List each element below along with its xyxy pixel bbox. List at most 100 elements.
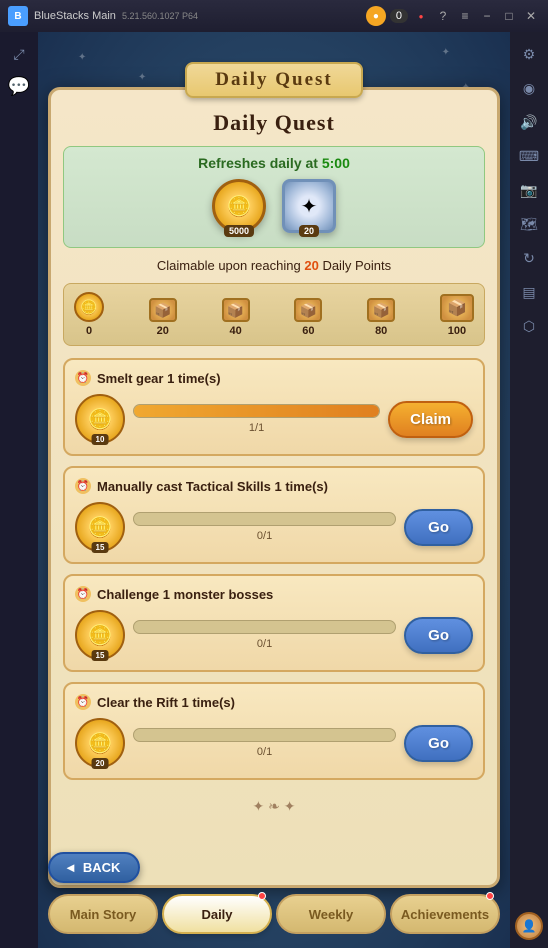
- quest-reward-count-4: 20: [92, 758, 109, 769]
- progress-text-4: 0/1: [133, 746, 396, 758]
- quest-title-3: Challenge 1 monster bosses: [97, 587, 273, 602]
- track-chest-20: 📦: [149, 298, 177, 322]
- track-label-60: 60: [302, 325, 314, 337]
- refresh-label: Refreshes daily at: [198, 155, 318, 171]
- quest-reward-coin-3: 🪙 15: [75, 610, 125, 660]
- main-area: ✦ ✦ ✦ ✦ Daily Quest Refreshes daily at 5…: [38, 32, 510, 948]
- quest-card-2: ⏰ Manually cast Tactical Skills 1 time(s…: [63, 466, 485, 564]
- quest-clock-icon-3: ⏰: [75, 586, 91, 602]
- close-button[interactable]: ✕: [522, 7, 540, 25]
- quest-button-2[interactable]: Go: [404, 509, 473, 546]
- quest-button-1[interactable]: Claim: [388, 401, 473, 438]
- help-button[interactable]: ?: [434, 7, 452, 25]
- chat-icon[interactable]: 💬: [5, 72, 33, 100]
- quest-reward-coin-4: 🪙 20: [75, 718, 125, 768]
- progress-bar-container-2: [133, 512, 396, 526]
- sidebar-map-icon[interactable]: 🗺: [515, 210, 543, 238]
- right-sidebar: ⚙ ◉ 🔊 ⌨ 📷 🗺 ↻ ▤ ⬡ 👤: [510, 32, 548, 948]
- track-label-0: 0: [86, 325, 92, 337]
- track-chest-80: 📦: [367, 298, 395, 322]
- track-40: 📦 40: [222, 298, 250, 337]
- points-reward: ✦ 20: [282, 179, 336, 233]
- quest-progress-3: 0/1: [133, 620, 396, 650]
- refresh-time-value: 5:00: [322, 155, 350, 171]
- back-label: BACK: [83, 860, 121, 875]
- points-amount: 20: [299, 225, 319, 237]
- quest-progress-1: 1/1: [133, 404, 380, 434]
- quest-button-3[interactable]: Go: [404, 617, 473, 654]
- quest-clock-icon-4: ⏰: [75, 694, 91, 710]
- star-deco-2: ✦: [138, 72, 146, 83]
- bottom-tabs: Main Story Daily Weekly Achievements: [38, 888, 510, 948]
- quest-body-4: 🪙 20 0/1 Go: [75, 718, 473, 768]
- progress-text-3: 0/1: [133, 638, 396, 650]
- track-80: 📦 80: [367, 298, 395, 337]
- quest-cards: ⏰ Smelt gear 1 time(s) 🪙 10 1/1 Claim ⏰: [63, 358, 485, 780]
- progress-bar-container-3: [133, 620, 396, 634]
- quest-card-4: ⏰ Clear the Rift 1 time(s) 🪙 20 0/1 Go: [63, 682, 485, 780]
- sidebar-settings-icon[interactable]: ⚙: [515, 40, 543, 68]
- track-label-40: 40: [229, 325, 241, 337]
- quest-content[interactable]: Daily Quest Refreshes daily at 5:00 🪙 50…: [51, 100, 497, 885]
- sidebar-camera-icon[interactable]: 📷: [515, 176, 543, 204]
- claimable-label: Claimable upon reaching: [157, 258, 301, 273]
- track-chest-40: 📦: [222, 298, 250, 322]
- progress-text-1: 1/1: [133, 422, 380, 434]
- tab-achievements[interactable]: Achievements: [390, 894, 500, 934]
- app-name: BlueStacks Main: [34, 10, 116, 22]
- quest-title-2: Manually cast Tactical Skills 1 time(s): [97, 479, 328, 494]
- tab-weekly[interactable]: Weekly: [276, 894, 386, 934]
- claimable-text: Claimable upon reaching 20 Daily Points: [63, 258, 485, 273]
- quest-progress-4: 0/1: [133, 728, 396, 758]
- resize-button[interactable]: □: [500, 7, 518, 25]
- refresh-section: Refreshes daily at 5:00 🪙 5000 ✦ 20: [63, 146, 485, 248]
- sidebar-layers-icon[interactable]: ▤: [515, 278, 543, 306]
- tab-daily-dot: [258, 892, 266, 900]
- track-0: 🪙 0: [74, 292, 104, 337]
- menu-button[interactable]: ≡: [456, 7, 474, 25]
- track-60: 📦 60: [294, 298, 322, 337]
- quest-clock-icon-2: ⏰: [75, 478, 91, 494]
- tab-daily[interactable]: Daily: [162, 894, 272, 934]
- notification-dot: ●: [412, 7, 430, 25]
- progress-bar-container-1: [133, 404, 380, 418]
- tab-main-story[interactable]: Main Story: [48, 894, 158, 934]
- sidebar-volume-icon[interactable]: 🔊: [515, 108, 543, 136]
- book-panel: Daily Quest Refreshes daily at 5:00 🪙 50…: [48, 87, 500, 888]
- expand-icon[interactable]: ⤢: [5, 40, 33, 68]
- quest-header-1: ⏰ Smelt gear 1 time(s): [75, 370, 473, 386]
- quest-reward-count-1: 10: [92, 434, 109, 445]
- quest-title-1: Smelt gear 1 time(s): [97, 371, 221, 386]
- star-deco-1: ✦: [78, 52, 86, 63]
- progress-text-2: 0/1: [133, 530, 396, 542]
- quest-clock-icon-1: ⏰: [75, 370, 91, 386]
- quest-reward-count-2: 15: [92, 542, 109, 553]
- refresh-text: Refreshes daily at 5:00: [76, 155, 472, 171]
- quest-card-1: ⏰ Smelt gear 1 time(s) 🪙 10 1/1 Claim: [63, 358, 485, 456]
- points-track: 🪙 0 📦 20 📦 40 📦 60: [63, 283, 485, 346]
- back-button[interactable]: ◄ BACK: [48, 852, 140, 883]
- quest-header-3: ⏰ Challenge 1 monster bosses: [75, 586, 473, 602]
- sidebar-rotate-icon[interactable]: ↻: [515, 244, 543, 272]
- quest-header-2: ⏰ Manually cast Tactical Skills 1 time(s…: [75, 478, 473, 494]
- track-coin-0: 🪙: [74, 292, 104, 322]
- app-logo: B: [8, 6, 28, 26]
- sidebar-macro-icon[interactable]: ⬡: [515, 312, 543, 340]
- title-bar: B BlueStacks Main 5.21.560.1027 P64 ● 0 …: [0, 0, 548, 32]
- quest-card-3: ⏰ Challenge 1 monster bosses 🪙 15 0/1 Go: [63, 574, 485, 672]
- quest-button-4[interactable]: Go: [404, 725, 473, 762]
- gold-reward: 🪙 5000: [212, 179, 266, 233]
- left-sidebar: ⤢ 💬: [0, 32, 38, 948]
- tab-achievements-dot: [486, 892, 494, 900]
- sidebar-keyboard-icon[interactable]: ⌨: [515, 142, 543, 170]
- claimable-threshold: 20: [304, 258, 318, 273]
- star-deco-3: ✦: [442, 47, 450, 58]
- track-chest-60: 📦: [294, 298, 322, 322]
- track-20: 📦 20: [149, 298, 177, 337]
- sidebar-profile-icon[interactable]: ◉: [515, 74, 543, 102]
- track-label-80: 80: [375, 325, 387, 337]
- coin-icon: ●: [366, 6, 386, 26]
- minimize-button[interactable]: −: [478, 7, 496, 25]
- sidebar-avatar[interactable]: 👤: [515, 912, 543, 940]
- track-items: 🪙 0 📦 20 📦 40 📦 60: [74, 292, 474, 337]
